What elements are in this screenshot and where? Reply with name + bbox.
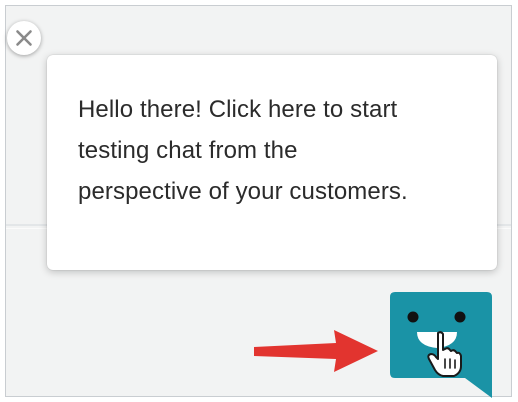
tooltip-message-line-1: Hello there! Click here to start xyxy=(78,96,398,123)
tooltip-message: Hello there! Click here to start testing… xyxy=(78,89,467,212)
hand-cursor-icon xyxy=(427,331,462,377)
tooltip-message-line-2: testing chat from the xyxy=(78,137,298,164)
test-chat-launcher-button[interactable] xyxy=(389,290,493,398)
chat-tooltip: Hello there! Click here to start testing… xyxy=(47,55,497,270)
red-arrow-icon xyxy=(254,330,378,372)
tooltip-message-line-3: perspective of your customers. xyxy=(78,178,408,205)
close-icon xyxy=(16,30,32,46)
close-tooltip-button[interactable] xyxy=(7,21,41,55)
